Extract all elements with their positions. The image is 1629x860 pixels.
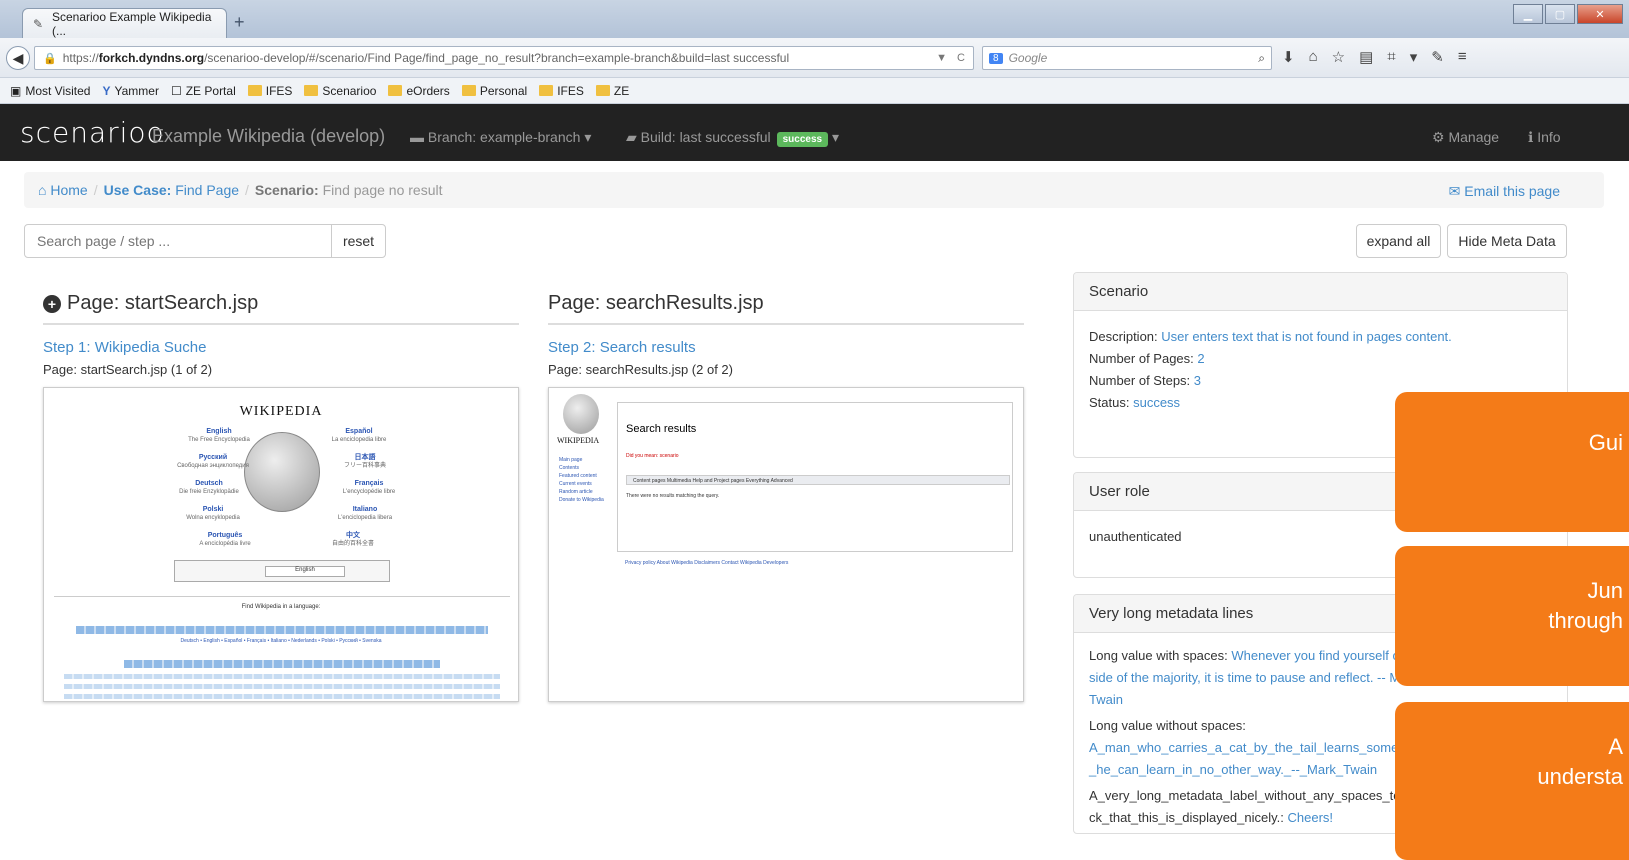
expand-icon[interactable]: +	[43, 294, 61, 313]
bookmark-ze[interactable]: ZE	[595, 84, 629, 98]
wikipedia-search-box: English	[174, 560, 390, 582]
folder-icon	[247, 85, 262, 96]
page-column-1: + Page: startSearch.jsp Step 1: Wikipedia…	[43, 292, 519, 702]
scenarioo-logo[interactable]: scenarioo	[20, 116, 165, 149]
screenshot-icon[interactable]: ⌗	[1387, 48, 1395, 66]
tab-title: Scenarioo Example Wikipedia (...	[51, 9, 212, 38]
reload-icon[interactable]: C	[957, 52, 965, 64]
dropdown-icon[interactable]: ▼	[936, 52, 947, 64]
home-icon[interactable]: ⌂	[1309, 48, 1318, 66]
branch-dropdown[interactable]: ▬ Branch: example-branch ▾	[410, 129, 591, 146]
wikipedia-globe-icon	[563, 394, 599, 434]
info-link[interactable]: ℹ Info	[1528, 129, 1561, 146]
star-icon[interactable]: ☆	[1332, 48, 1345, 66]
google-icon: 8	[989, 52, 1003, 64]
build-dropdown[interactable]: ▰ Build: last successful success ▾	[626, 129, 839, 147]
wikipedia-globe-icon	[244, 432, 320, 512]
understand-overlay[interactable]: Aundersta	[1395, 702, 1629, 860]
page-column-2: Page: searchResults.jsp Step 2: Search r…	[548, 292, 1024, 702]
folder-open-icon: ▰	[626, 129, 641, 145]
browser-titlebar: ✎ Scenarioo Example Wikipedia (... + ▁ ▢…	[0, 0, 1629, 38]
browser-search-bar[interactable]: 8 Google ⌕	[982, 46, 1272, 70]
email-page-link[interactable]: ✉ Email this page	[1449, 183, 1560, 200]
bookmarks-bar: ▣ Most Visited Y Yammer ☐ ZE Portal IFES Sc…	[0, 78, 1629, 104]
step-screenshot[interactable]: WIKIPEDIA Main page Contents Featured cont…	[548, 387, 1024, 702]
panel-title[interactable]: Scenario	[1074, 273, 1567, 311]
envelope-icon: ✉	[1448, 183, 1465, 199]
bookmark-eorders[interactable]: eOrders	[388, 84, 450, 98]
folder-icon	[595, 85, 610, 96]
bookmark-ifes-2[interactable]: IFES	[539, 84, 584, 98]
build-status-badge: success	[776, 132, 829, 147]
folder-icon	[461, 85, 476, 96]
yammer-icon: Y	[102, 83, 111, 98]
minimize-icon[interactable]: ▁	[1513, 4, 1543, 24]
new-tab-icon[interactable]: +	[234, 12, 245, 33]
search-input[interactable]	[24, 224, 332, 258]
page-icon: ☐	[170, 83, 182, 98]
bookmark-yammer[interactable]: Y Yammer	[102, 84, 158, 98]
bookmarks-icon[interactable]: ▤	[1359, 48, 1373, 66]
url-host: forkch.dyndns.org	[98, 51, 205, 65]
toolbar-icons: ⬇ ⌂ ☆ ▤ ⌗ ▾ ✎ ≡	[1282, 48, 1467, 66]
manage-link[interactable]: ⚙ Manage	[1432, 129, 1499, 146]
app-navbar: scenarioo Example Wikipedia (develop) ▬ …	[0, 104, 1629, 161]
close-icon[interactable]: ✕	[1577, 4, 1623, 24]
bookmark-ze-portal[interactable]: ☐ ZE Portal	[171, 84, 236, 98]
search-results-content: Search results Did you mean: scenario Co…	[617, 402, 1013, 552]
step-screenshot[interactable]: WIKIPEDIA English The Free Encyclopedia E…	[43, 387, 519, 702]
back-icon[interactable]: ◀	[6, 46, 30, 70]
gear-icon: ⚙	[1432, 129, 1449, 145]
caret-down-icon: ▾	[831, 129, 840, 145]
menu-icon[interactable]: ≡	[1458, 48, 1467, 66]
branch-icon: ▬	[410, 129, 428, 145]
expand-all-button[interactable]: expand all	[1356, 224, 1441, 258]
page-title[interactable]: + Page: startSearch.jsp	[43, 292, 519, 325]
bookmark-scenarioo[interactable]: Scenarioo	[304, 84, 376, 98]
page-title[interactable]: Page: searchResults.jsp	[548, 292, 1024, 325]
addon-icon[interactable]: ▾	[1410, 48, 1418, 66]
bookmark-ifes[interactable]: IFES	[247, 84, 292, 98]
breadcrumb-usecase[interactable]: Use Case: Find Page	[104, 182, 239, 198]
step-link[interactable]: Step 2: Search results	[548, 339, 1024, 356]
search-engine: Google	[1008, 51, 1048, 65]
bookmark-most-visited[interactable]: ▣ Most Visited	[10, 84, 90, 98]
app-name[interactable]: Example Wikipedia (develop)	[152, 126, 385, 147]
folder-icon	[304, 85, 319, 96]
favicon-icon: ✎	[33, 16, 44, 31]
hide-meta-data-button[interactable]: Hide Meta Data	[1447, 224, 1567, 258]
step-link[interactable]: Step 1: Wikipedia Suche	[43, 339, 519, 356]
url-bar[interactable]: 🔒 https://forkch.dyndns.org/scenarioo-de…	[34, 46, 974, 70]
maximize-icon[interactable]: ▢	[1545, 4, 1575, 24]
url-path: /scenarioo-develop/#/scenario/Find Page/…	[204, 51, 790, 65]
breadcrumb: ⌂ Home / Use Case: Find Page / Scenario:…	[24, 172, 1604, 208]
window-controls: ▁ ▢ ✕	[1513, 4, 1623, 24]
caret-down-icon: ▾	[584, 129, 592, 145]
search-icon[interactable]: ⌕	[1258, 51, 1265, 66]
reset-button[interactable]: reset	[331, 224, 386, 258]
info-icon: ℹ	[1528, 129, 1538, 145]
folder-icon	[388, 85, 403, 96]
notes-icon[interactable]: ✎	[1431, 48, 1444, 66]
step-page-info: Page: searchResults.jsp (2 of 2)	[548, 362, 733, 377]
bookmark-personal[interactable]: Personal	[461, 84, 527, 98]
star-folder-icon: ▣	[10, 83, 22, 98]
download-icon[interactable]: ⬇	[1282, 48, 1295, 66]
home-icon: ⌂	[38, 182, 51, 198]
breadcrumb-scenario: Scenario: Find page no result	[254, 182, 443, 198]
guide-overlay[interactable]: Gui	[1395, 392, 1629, 532]
browser-navbar: ◀ 🔒 https://forkch.dyndns.org/scenarioo-…	[0, 38, 1629, 78]
journey-overlay[interactable]: Jun through	[1395, 546, 1629, 686]
url-prefix: https://	[62, 51, 99, 65]
step-page-info: Page: startSearch.jsp (1 of 2)	[43, 362, 213, 377]
lock-icon: 🔒	[43, 52, 57, 65]
wikipedia-title: WIKIPEDIA	[239, 404, 323, 419]
browser-tab[interactable]: ✎ Scenarioo Example Wikipedia (...	[22, 8, 227, 38]
breadcrumb-home[interactable]: ⌂ Home	[38, 182, 88, 198]
folder-icon	[539, 85, 554, 96]
